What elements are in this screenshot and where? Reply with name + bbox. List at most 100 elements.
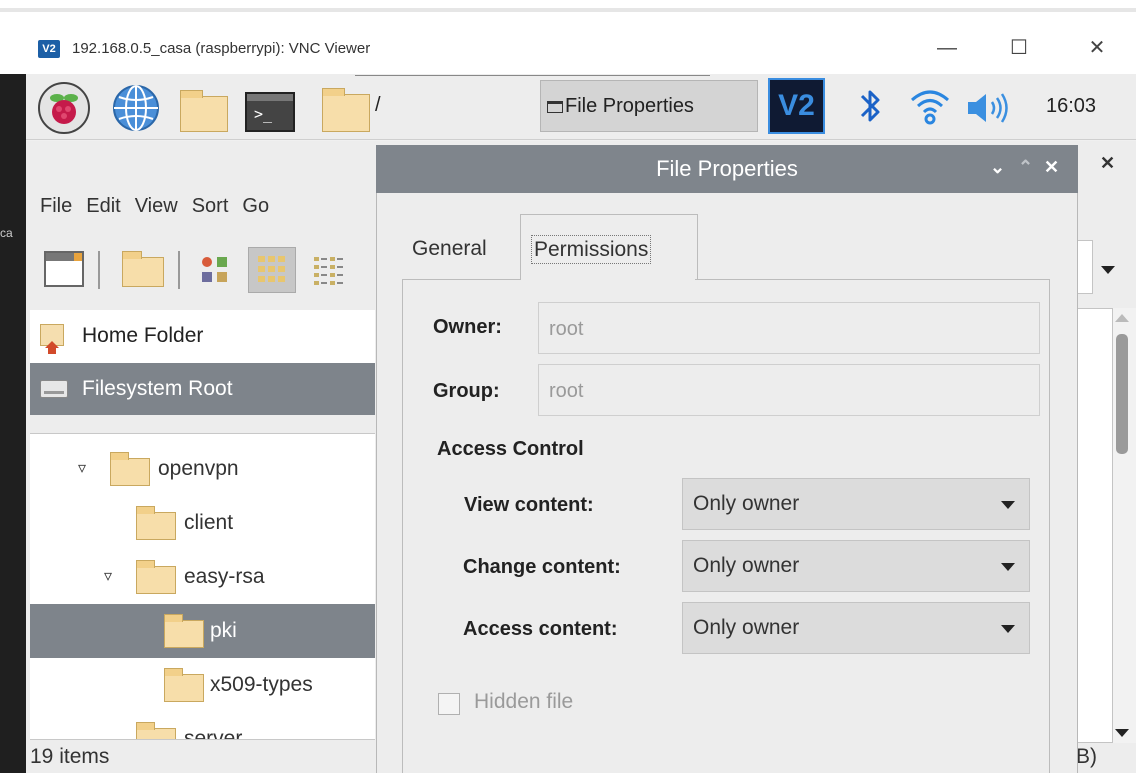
folder-icon <box>136 722 176 739</box>
tree-row-server[interactable]: server <box>30 712 375 740</box>
tree-item-label: pki <box>210 619 237 642</box>
owner-label: Owner: <box>433 316 502 338</box>
clock: 16:03 <box>1046 95 1097 117</box>
menu-view[interactable]: View <box>135 195 178 217</box>
group-field[interactable]: root <box>538 364 1040 416</box>
folder-icon <box>136 506 176 540</box>
view-content-select[interactable]: Only owner <box>682 478 1030 530</box>
places-sidebar: Home Folder Filesystem Root <box>30 310 375 415</box>
menu-edit[interactable]: Edit <box>86 195 120 217</box>
tree-row-pki[interactable]: pki <box>30 604 375 658</box>
tree-row-client[interactable]: client <box>30 496 375 550</box>
tree-item-label: server <box>184 727 243 740</box>
hidden-file-checkbox[interactable] <box>438 693 460 715</box>
host-desktop-strip <box>0 74 26 773</box>
close-button[interactable]: ✕ <box>1072 33 1122 63</box>
icon-view-icon[interactable] <box>198 253 232 287</box>
sidebar-item-filesystem-root[interactable]: Filesystem Root <box>30 363 375 415</box>
menu-sort[interactable]: Sort <box>192 195 229 217</box>
dialog-close-icon[interactable]: ✕ <box>1044 157 1059 178</box>
folder-icon <box>164 614 204 648</box>
status-bar-size: B) <box>1076 745 1097 768</box>
vnc-window-title: 192.168.0.5_casa (raspberrypi): VNC View… <box>72 40 371 57</box>
tab-general-label: General <box>412 237 487 260</box>
vnc-logo-icon: V2 <box>38 40 60 58</box>
fm-close-icon[interactable]: ✕ <box>1100 153 1115 174</box>
file-list-edge <box>1075 308 1113 743</box>
volume-icon[interactable] <box>964 90 1012 126</box>
maximize-button[interactable]: ☐ <box>994 33 1044 63</box>
view-content-label: View content: <box>464 494 594 516</box>
access-content-label: Access content: <box>463 618 618 640</box>
fm-toolbar <box>40 245 380 295</box>
dialog-title: File Properties <box>656 156 798 181</box>
active-tab-joint <box>521 279 695 281</box>
tab-permissions[interactable]: Permissions <box>520 214 698 280</box>
raspberry-menu-icon[interactable] <box>38 82 90 134</box>
sidebar-item-home[interactable]: Home Folder <box>30 310 375 362</box>
home-icon <box>40 324 64 354</box>
tab-general[interactable]: General <box>402 214 520 280</box>
vnc-tray-icon[interactable]: V2 <box>768 78 825 134</box>
chevron-down-icon <box>1001 625 1015 633</box>
folder-icon <box>136 560 176 594</box>
minimize-button[interactable]: — <box>922 33 972 63</box>
path-dropdown-icon[interactable] <box>1101 266 1115 274</box>
toolbar-separator-2 <box>178 251 180 289</box>
task-button-label: File Properties <box>565 95 694 117</box>
sidebar-item-label: Filesystem Root <box>82 377 233 400</box>
new-folder-icon[interactable] <box>122 251 164 287</box>
bluetooth-icon[interactable] <box>852 84 888 128</box>
task-file-properties-button[interactable]: File Properties <box>540 80 758 132</box>
view-content-value: Only owner <box>693 492 800 515</box>
change-content-value: Only owner <box>693 554 800 577</box>
access-control-heading: Access Control <box>437 438 584 460</box>
drive-icon <box>40 380 68 398</box>
tree-item-label: x509-types <box>210 673 313 696</box>
tree-item-label: client <box>184 511 234 534</box>
owner-field[interactable]: root <box>538 302 1040 354</box>
hidden-file-label: Hidden file <box>474 690 574 713</box>
window-icon <box>547 100 563 113</box>
folder-icon <box>110 452 150 486</box>
thumbnail-view-button[interactable] <box>248 247 296 293</box>
dialog-maximize-icon[interactable]: ⌃ <box>1018 157 1033 178</box>
access-content-select[interactable]: Only owner <box>682 602 1030 654</box>
sidebar-item-label: Home Folder <box>82 324 204 347</box>
change-content-select[interactable]: Only owner <box>682 540 1030 592</box>
host-desktop-label: ca <box>0 226 13 240</box>
fm-menubar: File Edit View Sort Go <box>40 195 283 218</box>
terminal-icon[interactable]: >_ <box>245 92 295 132</box>
tab-permissions-label: Permissions <box>531 235 652 264</box>
menu-go[interactable]: Go <box>242 195 269 217</box>
chevron-down-icon <box>1001 501 1015 509</box>
group-label: Group: <box>433 380 500 402</box>
tree-row-x509-types[interactable]: x509-types <box>30 658 375 712</box>
dialog-title-bar: File Properties ⌄ ⌃ ✕ <box>376 145 1078 193</box>
folder-icon[interactable] <box>322 88 370 132</box>
new-window-icon[interactable] <box>44 251 84 287</box>
taskbar-path-label: / <box>375 94 381 116</box>
top-edge <box>0 8 1136 12</box>
directory-tree: ▿ openvpn client ▿ easy-rsa pki x509-typ… <box>30 433 375 740</box>
file-manager-icon[interactable] <box>180 90 228 132</box>
folder-icon <box>164 668 204 702</box>
tree-row-openvpn[interactable]: ▿ openvpn <box>30 442 375 496</box>
tree-item-label: openvpn <box>158 457 239 480</box>
scrollbar[interactable] <box>1113 308 1136 743</box>
chevron-down-icon <box>1001 563 1015 571</box>
tree-item-label: easy-rsa <box>184 565 265 588</box>
access-content-value: Only owner <box>693 616 800 639</box>
tree-row-easy-rsa[interactable]: ▿ easy-rsa <box>30 550 375 604</box>
status-bar-count: 19 items <box>30 745 110 768</box>
expander-icon[interactable]: ▿ <box>78 442 86 496</box>
list-view-icon[interactable] <box>310 253 346 289</box>
taskbar-overlap-line <box>355 75 710 79</box>
browser-icon[interactable] <box>110 82 162 134</box>
expander-icon[interactable]: ▿ <box>104 550 112 604</box>
dialog-minimize-icon[interactable]: ⌄ <box>990 157 1005 178</box>
toolbar-separator <box>98 251 100 289</box>
menu-file[interactable]: File <box>40 195 72 217</box>
wifi-icon[interactable] <box>908 84 952 128</box>
change-content-label: Change content: <box>463 556 621 578</box>
